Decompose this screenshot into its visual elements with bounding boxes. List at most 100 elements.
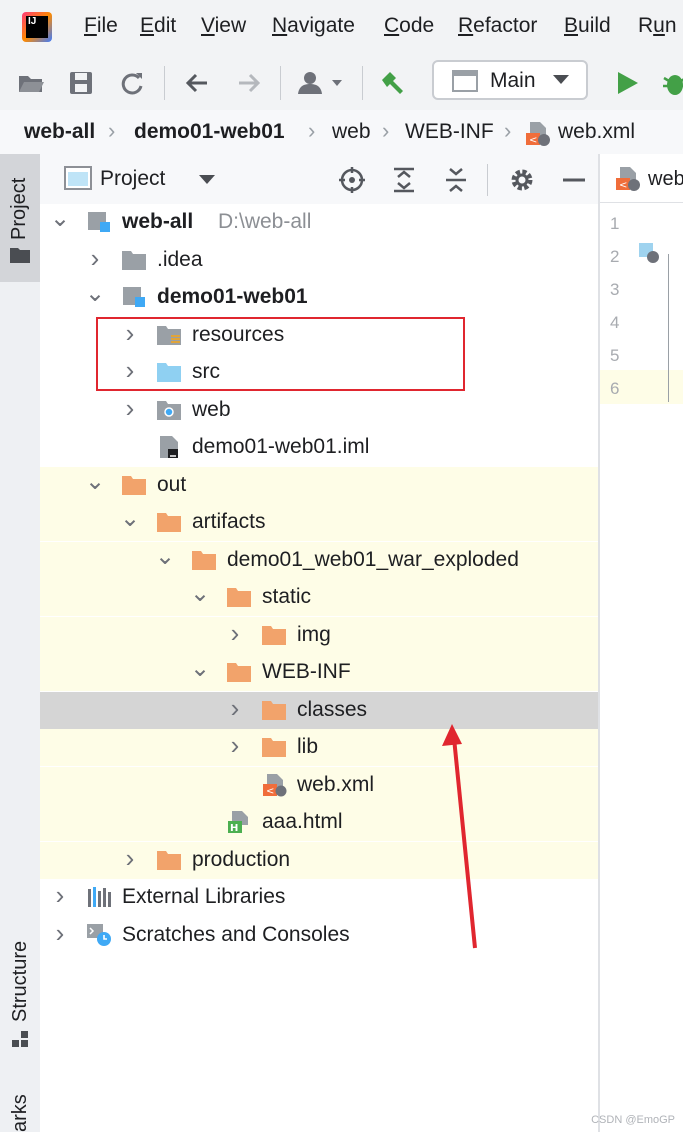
menu-edit[interactable]: Edit — [140, 14, 176, 38]
tree-row-label: out — [157, 472, 187, 496]
chevron-down-icon[interactable]: ⌄ — [155, 542, 175, 571]
user-icon[interactable] — [296, 68, 348, 98]
menu-view[interactable]: View — [201, 14, 246, 38]
menu-file[interactable]: File — [84, 14, 118, 38]
chevron-down-icon[interactable]: ⌄ — [190, 654, 210, 683]
forward-arrow-icon[interactable] — [234, 68, 264, 98]
module-icon — [86, 210, 112, 234]
menu-run[interactable]: Run — [638, 14, 677, 38]
hide-panel-icon[interactable] — [560, 166, 588, 194]
tree-row-path-hint: D:\web-all — [218, 210, 312, 233]
tree-row-web-inf[interactable]: ⌄ WEB-INF — [40, 654, 598, 691]
open-folder-icon[interactable] — [16, 68, 46, 98]
tree-row-web-all[interactable]: ⌄ web-all D:\web-all — [40, 204, 598, 241]
tree-row-classes[interactable]: › classes — [40, 691, 598, 729]
back-arrow-icon[interactable] — [182, 68, 212, 98]
svg-text:<: < — [529, 135, 537, 146]
tree-row-label: demo01_web01_war_exploded — [227, 547, 519, 571]
sync-icon[interactable] — [117, 68, 147, 98]
run-configuration-select[interactable]: Main — [432, 60, 588, 100]
breadcrumb-web-all[interactable]: web-all — [24, 120, 95, 144]
line-number: 6 — [610, 379, 620, 398]
project-panel-title[interactable]: Project — [100, 167, 165, 191]
debug-icon[interactable] — [660, 68, 683, 98]
chevron-down-icon[interactable]: ⌄ — [190, 579, 210, 608]
tree-row-img[interactable]: › img — [40, 616, 598, 654]
line-number: 4 — [610, 313, 620, 332]
fold-guide — [668, 254, 669, 402]
tree-row-external-libraries[interactable]: › External Libraries — [40, 879, 598, 916]
menu-navigate[interactable]: Navigate — [272, 14, 355, 38]
breadcrumb-demo01-web01[interactable]: demo01-web01 — [134, 120, 285, 144]
annotation-arrow — [442, 724, 477, 949]
chevron-right-icon[interactable]: › — [225, 618, 245, 649]
chevron-down-icon[interactable]: ⌄ — [120, 504, 140, 533]
tree-row-lib[interactable]: › lib — [40, 729, 598, 766]
run-config-label: Main — [490, 69, 536, 92]
iml-file-icon — [156, 435, 182, 459]
project-view-icon — [64, 166, 92, 190]
line-number: 1 — [610, 214, 620, 233]
editor-tab[interactable]: < web — [600, 154, 683, 203]
menu-build[interactable]: Build — [564, 14, 611, 38]
tree-row-artifacts[interactable]: ⌄ artifacts — [40, 504, 598, 541]
tree-row-demo01-web01-iml[interactable]: demo01-web01.iml — [40, 429, 598, 466]
project-tab-label: Project — [8, 177, 30, 240]
chevron-right-icon[interactable]: › — [120, 393, 140, 424]
chevron-right-icon[interactable]: › — [120, 843, 140, 874]
editor-tab-label: web — [648, 168, 683, 190]
html-file-icon: H — [226, 810, 252, 834]
project-tool-tab[interactable]: Project — [0, 154, 40, 282]
toolbar-separator — [164, 66, 165, 100]
gear-icon[interactable] — [508, 166, 536, 194]
chevron-down-icon[interactable]: ⌄ — [85, 279, 105, 308]
breadcrumb-web-xml[interactable]: web.xml — [558, 120, 635, 144]
build-hammer-icon[interactable] — [378, 68, 408, 98]
folder-orange-icon — [191, 548, 217, 572]
menu-code[interactable]: Code — [384, 14, 434, 38]
tree-row-label: aaa.html — [262, 810, 343, 833]
breadcrumb-web-inf[interactable]: WEB-INF — [405, 120, 494, 144]
chevron-down-icon[interactable]: ⌄ — [50, 204, 70, 233]
breadcrumb-web[interactable]: web — [332, 120, 371, 144]
folder-icon — [10, 248, 30, 263]
structure-tab[interactable]: Structure — [9, 941, 32, 1022]
chevron-down-icon[interactable]: ⌄ — [85, 467, 105, 496]
tree-row-label: .idea — [157, 247, 203, 271]
logo-text: IJ — [26, 16, 48, 38]
tree-row-label: web — [192, 397, 231, 421]
locate-file-icon[interactable] — [338, 166, 366, 194]
chevron-right-icon[interactable]: › — [50, 918, 70, 949]
chevron-right-icon[interactable]: › — [85, 243, 105, 274]
line-number: 3 — [610, 280, 620, 299]
structure-icon — [12, 1031, 28, 1047]
save-icon[interactable] — [66, 68, 96, 98]
tree-row-label: web.xml — [297, 772, 375, 796]
folder-orange-icon — [226, 585, 252, 609]
toolbar-separator — [362, 66, 363, 100]
chevron-down-icon[interactable] — [198, 174, 216, 186]
menu-refactor[interactable]: Refactor — [458, 14, 537, 38]
tree-row-aaa-html[interactable]: Haaa.html — [40, 804, 598, 841]
chevron-right-icon[interactable]: › — [225, 693, 245, 724]
chevron-right-icon[interactable]: › — [225, 730, 245, 761]
intellij-logo-icon[interactable]: IJ — [22, 12, 52, 42]
menu-bar: IJ File Edit View Navigate Code Refactor… — [0, 0, 683, 54]
tree-row-demo01-web01-war-exploded[interactable]: ⌄ demo01_web01_war_exploded — [40, 541, 598, 579]
bookmarks-tab[interactable]: arks — [9, 1094, 32, 1132]
run-icon[interactable] — [612, 68, 642, 98]
tree-row-web[interactable]: › web — [40, 392, 598, 429]
tree-row-out[interactable]: ⌄ out — [40, 466, 598, 504]
collapse-all-icon[interactable] — [442, 166, 470, 194]
tree-row-production[interactable]: › production — [40, 841, 598, 879]
tree-row-static[interactable]: ⌄ static — [40, 579, 598, 616]
tree-row-idea[interactable]: › .idea — [40, 242, 598, 279]
web-gutter-icon[interactable] — [638, 242, 662, 264]
tree-row-label: web-all — [122, 210, 194, 233]
breadcrumb-separator: › — [382, 118, 390, 143]
expand-all-icon[interactable] — [390, 166, 418, 194]
tree-row-web-xml[interactable]: < web.xml — [40, 766, 598, 804]
chevron-right-icon[interactable]: › — [50, 880, 70, 911]
tree-row-scratches-and-consoles[interactable]: › Scratches and Consoles — [40, 917, 598, 954]
tree-row-demo01-web01[interactable]: ⌄ demo01-web01 — [40, 279, 598, 316]
